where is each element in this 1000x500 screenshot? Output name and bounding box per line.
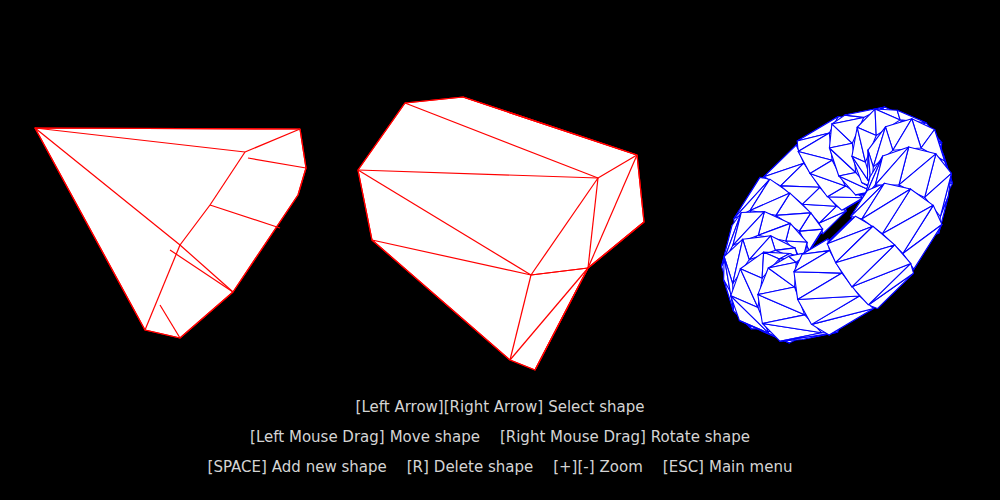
- action-label: Add new shape: [272, 458, 387, 477]
- key-label: [+][-]: [553, 458, 594, 477]
- help-item: [SPACE] Add new shape: [208, 458, 387, 477]
- shape-mesh[interactable]: [358, 97, 644, 370]
- key-label: [R]: [407, 458, 429, 477]
- key-label: [Left Arrow][Right Arrow]: [356, 398, 544, 417]
- action-label: Main menu: [709, 458, 792, 477]
- controls-help: [Left Arrow][Right Arrow]Select shape[Le…: [208, 398, 793, 477]
- action-label: Select shape: [548, 398, 644, 417]
- help-item: [R] Delete shape: [407, 458, 533, 477]
- shape[interactable]: [35, 128, 306, 338]
- key-label: [SPACE]: [208, 458, 267, 477]
- help-row: [Left Arrow][Right Arrow]Select shape: [356, 398, 645, 417]
- help-item: [Left Arrow][Right Arrow]Select shape: [356, 398, 645, 417]
- shape-mesh[interactable]: [722, 107, 953, 343]
- shape-selection[interactable]: [722, 107, 953, 343]
- key-label: [Right Mouse Drag]: [500, 428, 646, 447]
- help-row: [Left Mouse Drag] Move shape [Right Mouse …: [250, 428, 750, 447]
- help-item: [Right Mouse Drag] Rotate shape: [500, 428, 750, 447]
- action-label: Zoom: [600, 458, 643, 477]
- key-label: [ESC]: [663, 458, 704, 477]
- shape-mesh[interactable]: [35, 128, 306, 338]
- help-row: [SPACE] Add new shape [R] Delete shape [+][-…: [208, 458, 793, 477]
- help-item: [Left Mouse Drag] Move shape: [250, 428, 480, 447]
- action-label: Move shape: [390, 428, 480, 447]
- shape[interactable]: [722, 107, 953, 343]
- shape[interactable]: [358, 97, 644, 370]
- shape-selection[interactable]: [358, 97, 644, 370]
- viewport[interactable]: [0, 0, 1000, 398]
- action-label: Delete shape: [434, 458, 533, 477]
- help-item: [ESC] Main menu: [663, 458, 793, 477]
- shape-selection[interactable]: [35, 128, 306, 338]
- action-label: Rotate shape: [651, 428, 750, 447]
- key-label: [Left Mouse Drag]: [250, 428, 385, 447]
- help-item: [+][-] Zoom: [553, 458, 643, 477]
